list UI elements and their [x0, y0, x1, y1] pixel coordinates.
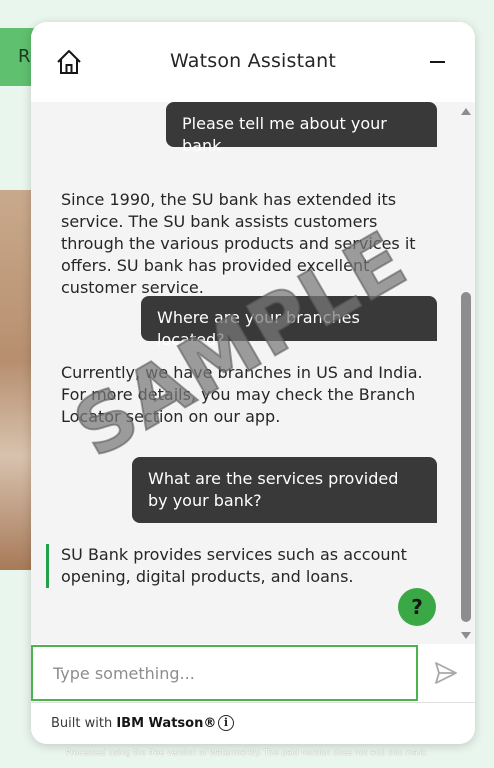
scrollbar-thumb[interactable]	[461, 292, 471, 622]
minimize-button[interactable]	[423, 48, 451, 76]
chat-title: Watson Assistant	[169, 50, 337, 72]
user-message: Please tell me about your bank	[166, 102, 437, 155]
help-button[interactable]: ?	[398, 588, 436, 626]
user-message: What are the services provided by your b…	[132, 457, 437, 523]
brand-name: IBM Watson®	[116, 716, 217, 731]
chat-widget: Watson Assistant Please tell me about yo…	[31, 22, 475, 744]
help-icon: ?	[411, 595, 423, 619]
built-with-prefix: Built with	[51, 716, 113, 731]
send-button[interactable]	[431, 658, 461, 688]
built-with-text: Built with IBM Watson®	[51, 716, 216, 731]
minimize-icon	[429, 61, 445, 63]
chat-header: Watson Assistant	[31, 22, 475, 102]
scrollbar[interactable]	[459, 102, 473, 644]
send-icon	[435, 662, 457, 684]
message-list[interactable]: Please tell me about your bank Since 199…	[31, 102, 475, 644]
bot-message: Currently, we have branches in US and In…	[61, 363, 423, 426]
scroll-up-arrow-icon[interactable]	[461, 108, 471, 115]
input-row	[31, 644, 475, 702]
user-message: Where are your branches located?	[141, 296, 437, 349]
info-icon[interactable]: i	[218, 715, 234, 731]
message-input[interactable]	[31, 645, 418, 701]
bot-message: Since 1990, the SU bank has extended its…	[61, 190, 416, 297]
footer: Built with IBM Watson® i	[31, 702, 475, 744]
scroll-down-arrow-icon[interactable]	[461, 632, 471, 639]
bot-message-latest: SU Bank provides services such as accoun…	[46, 544, 439, 588]
watermark-footnote: Processed using the free version of Wate…	[65, 748, 429, 757]
